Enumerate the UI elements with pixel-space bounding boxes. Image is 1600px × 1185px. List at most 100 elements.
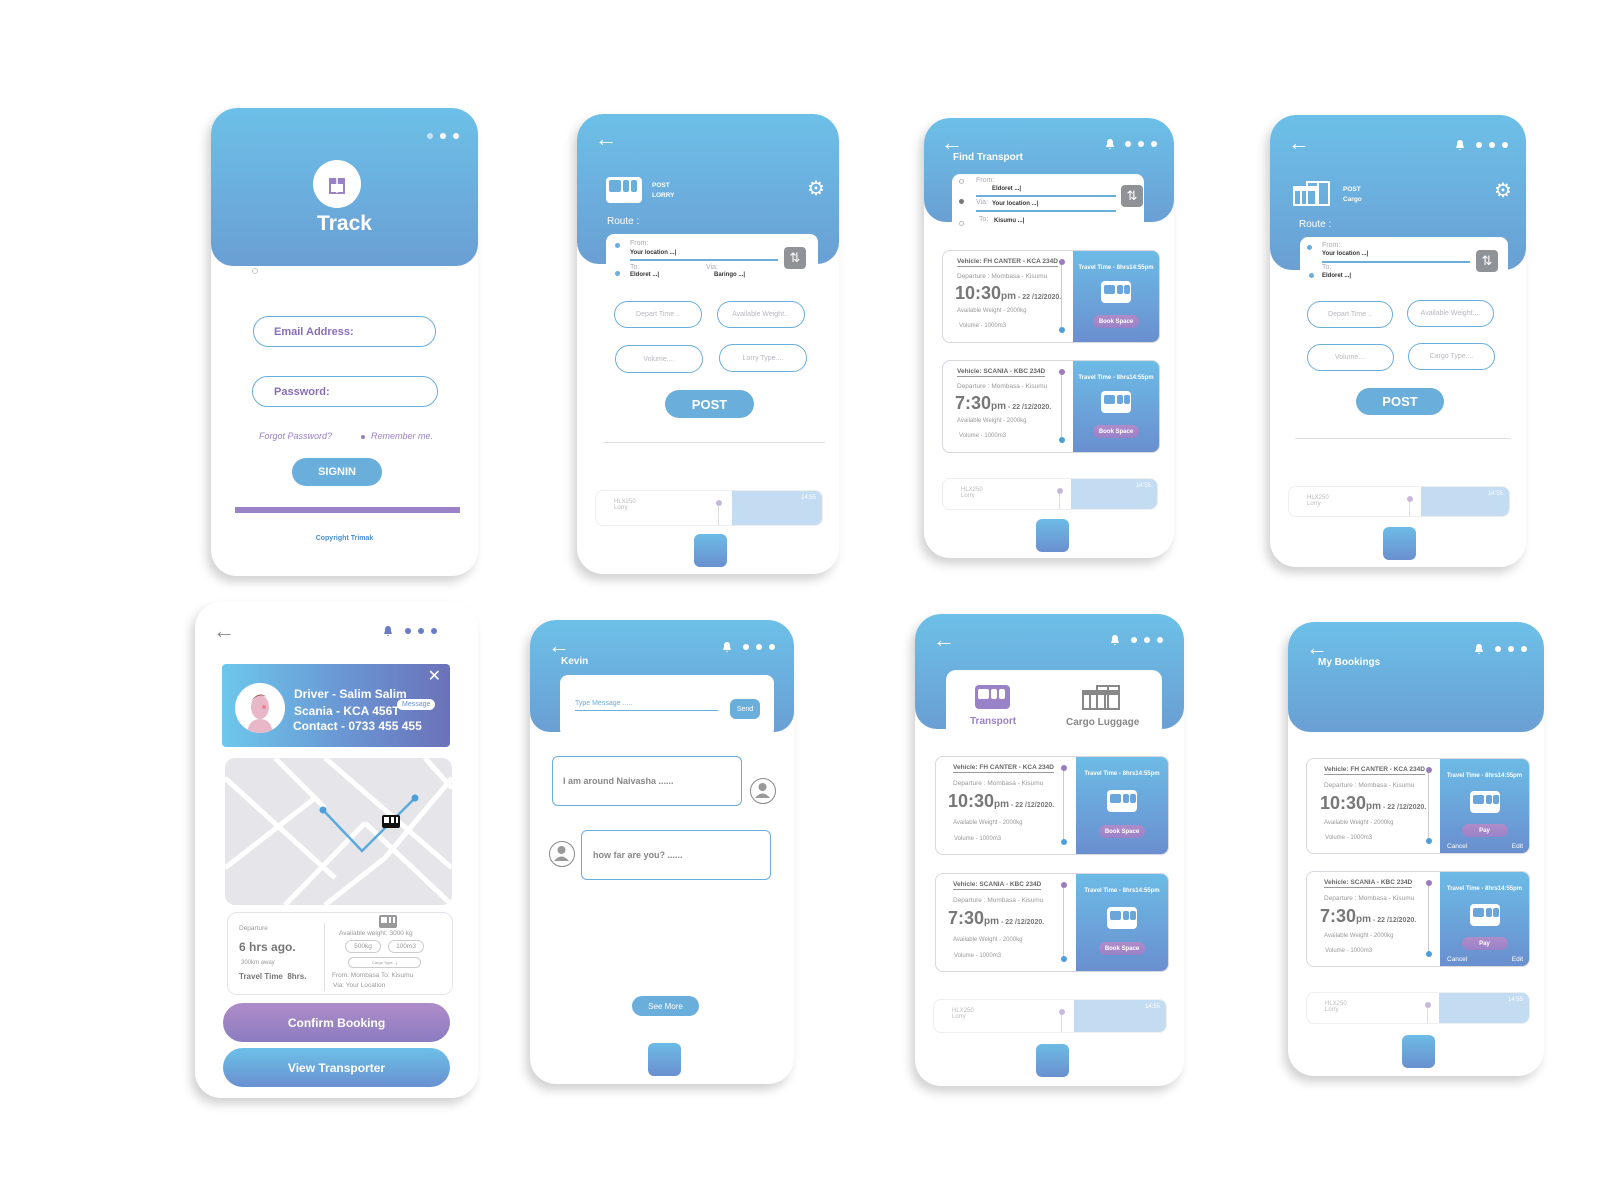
time-value: 10:30	[955, 283, 1002, 303]
available-weight-field[interactable]: Available Weight...	[717, 301, 805, 328]
back-arrow-icon[interactable]: ←	[548, 635, 570, 657]
pay-button[interactable]: Pay	[1461, 937, 1508, 950]
available-weight-field[interactable]: Available Weight....	[1407, 300, 1494, 327]
preview-line	[1061, 1015, 1062, 1032]
cancel-link[interactable]: Cancel	[1447, 843, 1467, 850]
to-input[interactable]: Eldoret ...|	[630, 272, 659, 278]
pay-button[interactable]: Pay	[1461, 824, 1508, 837]
back-arrow-icon[interactable]: ←	[941, 132, 963, 154]
swap-route-button[interactable]: ⇅	[1476, 250, 1498, 272]
bell-icon[interactable]	[1104, 138, 1116, 150]
bell-icon[interactable]	[1454, 139, 1466, 151]
departure-label: Departure	[239, 925, 268, 932]
edit-link[interactable]: Edit	[1512, 843, 1523, 850]
from-input[interactable]: Your location ...|	[630, 250, 676, 256]
bell-icon[interactable]	[721, 641, 733, 653]
lorry-type-field[interactable]: Lorry Type....	[719, 344, 807, 372]
vehicle-departure: Departure : Mombasa - Kisumu	[957, 273, 1048, 280]
booking-card[interactable]: Vehicle: FH CANTER - KCA 234D Departure …	[1306, 758, 1530, 854]
via-input[interactable]: Your location ...|	[992, 201, 1038, 207]
home-button[interactable]	[1036, 1044, 1069, 1077]
message-input[interactable]: Type Message .....	[575, 700, 718, 711]
volume-chip[interactable]: 100m3	[388, 940, 424, 953]
back-arrow-icon[interactable]: ←	[595, 128, 617, 150]
remember-me-checkbox[interactable]: Remember me.	[361, 431, 433, 441]
book-space-button[interactable]: Book Space	[1093, 425, 1139, 438]
book-space-button[interactable]: Book Space	[1093, 315, 1139, 328]
signin-button[interactable]: SIGNIN	[292, 458, 382, 486]
back-arrow-icon[interactable]: ←	[1306, 637, 1328, 659]
cargo-type-field[interactable]: Cargo Type....	[1408, 343, 1495, 370]
from-input[interactable]: Eldoret ...|	[992, 186, 1021, 192]
bell-icon[interactable]	[1109, 634, 1121, 646]
message-button[interactable]: Message	[397, 699, 436, 710]
volume-field[interactable]: Volume....	[615, 345, 703, 373]
vehicle-card[interactable]: Vehicle: SCANIA - KBC 234D Departure : M…	[942, 360, 1160, 453]
see-more-button[interactable]: See More	[632, 996, 699, 1016]
swap-route-button[interactable]: ⇅	[1121, 185, 1143, 207]
via-input[interactable]: Baringo ...|	[714, 272, 745, 278]
bell-icon[interactable]	[382, 625, 394, 637]
vehicle-weight: Available Weight - 2000kg	[957, 308, 1027, 314]
settings-gear-icon[interactable]: ⚙	[1494, 178, 1512, 203]
home-button[interactable]	[1036, 519, 1069, 552]
divider	[1295, 438, 1511, 439]
more-menu-icon[interactable]	[405, 628, 437, 634]
route-card: From: Your location ...| To: Eldoret ...…	[606, 234, 818, 284]
send-button[interactable]: Send	[730, 699, 760, 719]
vehicle-card[interactable]: Vehicle: FH CANTER - KCA 234D Departure …	[942, 250, 1160, 343]
weight-chip[interactable]: 500kg	[345, 940, 381, 953]
confirm-booking-button[interactable]: Confirm Booking	[223, 1003, 450, 1042]
driver-avatar	[235, 683, 285, 733]
swap-route-button[interactable]: ⇅	[784, 247, 806, 269]
route-map[interactable]	[225, 758, 452, 905]
close-icon[interactable]: ✕	[428, 666, 441, 686]
vehicle-card[interactable]: Vehicle: SCANIA - KBC 234D Departure : M…	[935, 873, 1169, 972]
more-menu-icon[interactable]	[1495, 646, 1527, 652]
more-menu-icon[interactable]	[1131, 637, 1163, 643]
back-arrow-icon[interactable]: ←	[933, 629, 955, 651]
more-menu-icon[interactable]	[427, 133, 459, 139]
contact-name: Kevin	[561, 656, 589, 667]
booking-card[interactable]: Vehicle: SCANIA - KBC 234D Departure : M…	[1306, 871, 1530, 967]
timeline-end-dot	[1425, 838, 1432, 844]
preview-line	[1059, 494, 1060, 509]
cargo-type-field[interactable]: Cargo Type...|	[348, 957, 421, 968]
preview-card[interactable]: HLX250 Lorry 14:55	[1288, 486, 1510, 517]
cancel-link[interactable]: Cancel	[1447, 956, 1467, 963]
vehicle-card[interactable]: Vehicle: FH CANTER - KCA 234D Departure …	[935, 756, 1169, 855]
tab-cargo-luggage[interactable]: Cargo Luggage	[1066, 682, 1162, 730]
from-input[interactable]: Your location ...|	[1322, 251, 1368, 257]
preview-card[interactable]: HLX250 Lorry 14:55	[595, 490, 823, 526]
bell-icon[interactable]	[1473, 643, 1485, 655]
home-button[interactable]	[648, 1043, 681, 1076]
timeline-start-dot	[1425, 880, 1432, 886]
tab-transport[interactable]: Transport	[960, 682, 1036, 730]
post-button[interactable]: POST	[1356, 388, 1444, 415]
post-button[interactable]: POST	[665, 390, 754, 418]
more-menu-icon[interactable]	[1125, 141, 1157, 147]
volume-field[interactable]: Volume....	[1307, 344, 1394, 371]
back-arrow-icon[interactable]: ←	[1288, 132, 1310, 154]
to-input[interactable]: Kisumu ...|	[994, 218, 1024, 224]
more-menu-icon[interactable]	[1476, 142, 1508, 148]
preview-card[interactable]: HLX250 Lorry 14:55	[942, 478, 1158, 510]
home-button[interactable]	[1383, 527, 1416, 560]
settings-gear-icon[interactable]: ⚙	[807, 176, 825, 201]
view-transporter-button[interactable]: View Transporter	[223, 1048, 450, 1087]
depart-time-field[interactable]: Depart Time ..	[1307, 301, 1393, 328]
book-space-button[interactable]: Book Space	[1099, 825, 1145, 838]
home-button[interactable]	[694, 534, 727, 567]
back-arrow-icon[interactable]: ←	[213, 618, 235, 644]
home-button[interactable]	[1402, 1035, 1435, 1068]
preview-card[interactable]: HLX250 Lorry 14:55	[933, 999, 1167, 1033]
edit-link[interactable]: Edit	[1512, 956, 1523, 963]
password-field[interactable]: Password:	[252, 376, 438, 407]
more-menu-icon[interactable]	[743, 644, 775, 650]
forgot-password-link[interactable]: Forgot Password?	[259, 431, 332, 441]
book-space-button[interactable]: Book Space	[1099, 942, 1145, 955]
to-input[interactable]: Eldoret ...|	[1322, 273, 1351, 279]
email-field[interactable]: Email Address:	[253, 316, 436, 347]
depart-time-field[interactable]: Depart Time ..	[614, 301, 702, 328]
preview-card[interactable]: HLX250 Lorry 14:55	[1306, 992, 1530, 1024]
